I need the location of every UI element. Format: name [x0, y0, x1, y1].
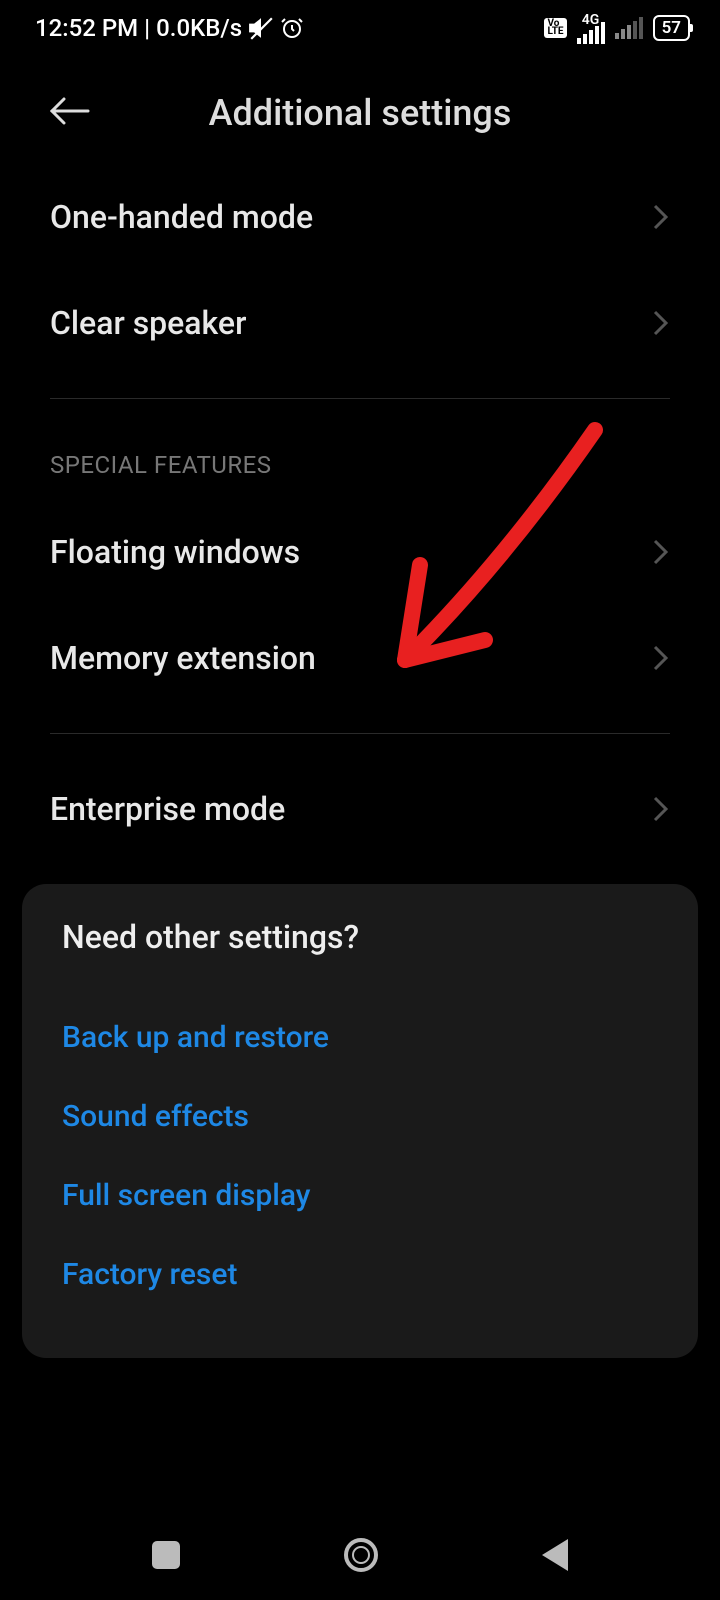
- item-memory-extension[interactable]: Memory extension: [0, 605, 720, 711]
- divider: [50, 398, 670, 399]
- section-special-features: SPECIAL FEATURES: [0, 421, 720, 499]
- chevron-right-icon: [652, 203, 670, 231]
- volte-icon: VoLTE: [544, 18, 566, 38]
- mute-icon: [248, 15, 274, 41]
- nav-recent-button[interactable]: [152, 1541, 180, 1569]
- status-bar: 12:52 PM | 0.0KB/s VoLTE 4G 57: [0, 0, 720, 52]
- chevron-right-icon: [652, 309, 670, 337]
- chevron-right-icon: [652, 538, 670, 566]
- clock-text: 12:52 PM: [35, 14, 138, 42]
- header: Additional settings: [0, 52, 720, 164]
- card-title: Need other settings?: [62, 918, 658, 956]
- item-clear-speaker[interactable]: Clear speaker: [0, 270, 720, 376]
- data-rate: 0.0KB/s: [156, 14, 242, 42]
- item-label: Memory extension: [50, 639, 316, 677]
- chevron-right-icon: [652, 644, 670, 672]
- pipe: |: [144, 14, 150, 42]
- battery-level: 57: [662, 18, 681, 38]
- link-full-screen-display[interactable]: Full screen display: [62, 1156, 658, 1235]
- signal-icon-2: [615, 17, 643, 39]
- status-left: 12:52 PM | 0.0KB/s: [35, 14, 304, 42]
- alarm-icon: [280, 16, 304, 40]
- item-enterprise-mode[interactable]: Enterprise mode: [0, 756, 720, 862]
- item-one-handed-mode[interactable]: One-handed mode: [0, 164, 720, 270]
- chevron-right-icon: [652, 795, 670, 823]
- back-button[interactable]: [50, 97, 90, 129]
- item-label: Floating windows: [50, 533, 300, 571]
- navigation-bar: [0, 1510, 720, 1600]
- page-title: Additional settings: [90, 92, 630, 134]
- item-label: Clear speaker: [50, 304, 246, 342]
- home-icon: [344, 1538, 378, 1572]
- recent-apps-icon: [152, 1541, 180, 1569]
- arrow-left-icon: [50, 97, 90, 125]
- item-floating-windows[interactable]: Floating windows: [0, 499, 720, 605]
- item-label: Enterprise mode: [50, 790, 285, 828]
- signal-icon: [577, 22, 605, 44]
- link-factory-reset[interactable]: Factory reset: [62, 1235, 658, 1314]
- divider: [50, 733, 670, 734]
- battery-icon: 57: [653, 15, 690, 41]
- link-backup-restore[interactable]: Back up and restore: [62, 998, 658, 1077]
- back-icon: [542, 1539, 568, 1571]
- nav-home-button[interactable]: [344, 1538, 378, 1572]
- item-label: One-handed mode: [50, 198, 313, 236]
- link-sound-effects[interactable]: Sound effects: [62, 1077, 658, 1156]
- status-right: VoLTE 4G 57: [544, 12, 690, 44]
- nav-back-button[interactable]: [542, 1539, 568, 1571]
- other-settings-card: Need other settings? Back up and restore…: [22, 884, 698, 1358]
